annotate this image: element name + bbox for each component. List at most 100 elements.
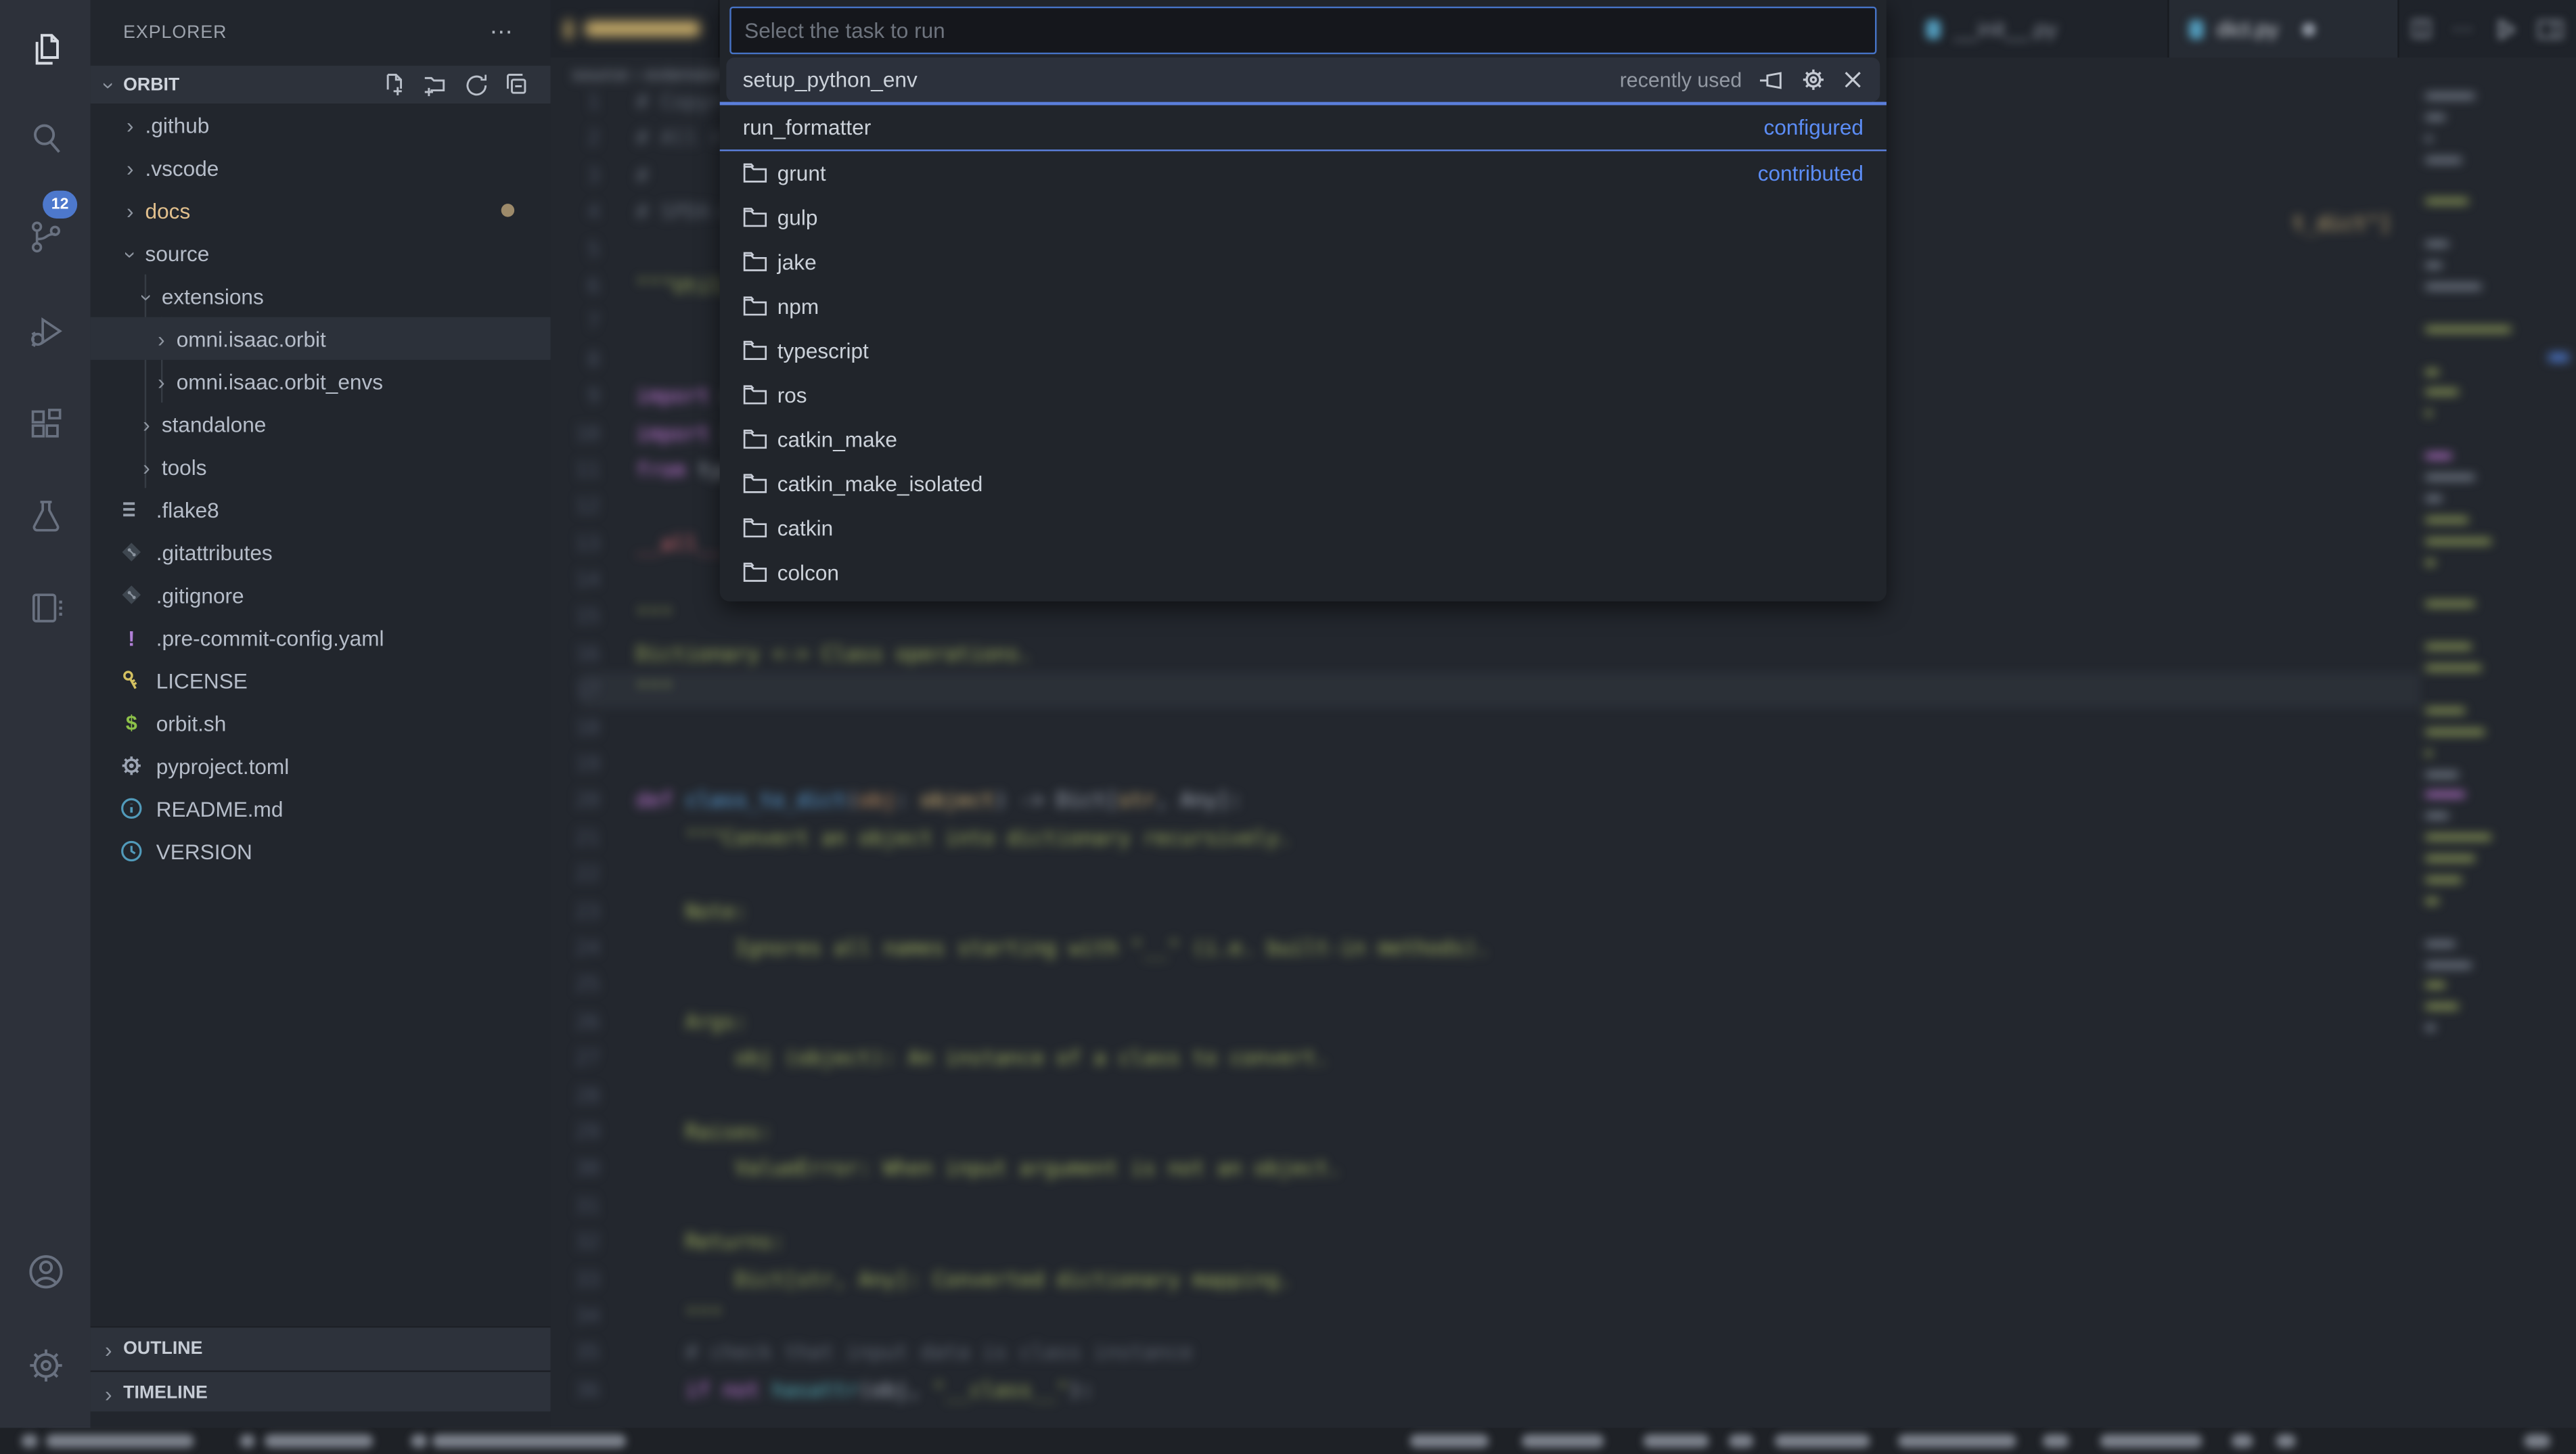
status-item-blurred[interactable] <box>2043 1434 2069 1447</box>
tree-item-label: docs <box>145 198 191 223</box>
configure-gear-icon[interactable] <box>1801 68 1826 92</box>
task-item-colcon[interactable]: colcon <box>726 551 1880 595</box>
task-item-grunt[interactable]: gruntcontributed <box>726 152 1880 196</box>
tree-folder-docs[interactable]: ›docs <box>91 189 551 231</box>
tree-file-.gitattributes[interactable]: .gitattributes <box>91 530 551 573</box>
notebook-icon[interactable] <box>0 572 91 644</box>
tree-folder-tools[interactable]: ›tools <box>91 445 551 488</box>
status-item-blurred[interactable] <box>1410 1434 1489 1447</box>
minimap-line <box>2426 115 2445 120</box>
quick-pick-input[interactable]: Select the task to run <box>729 7 1876 54</box>
status-item-blurred[interactable] <box>2276 1434 2296 1447</box>
tree-folder-omni.isaac.orbit_envs[interactable]: ›omni.isaac.orbit_envs <box>91 360 551 403</box>
tree-folder-standalone[interactable]: ›standalone <box>91 403 551 445</box>
tree-folder-extensions[interactable]: ›extensions <box>91 275 551 317</box>
tab-redacted[interactable] <box>556 0 720 58</box>
run-python-icon[interactable] <box>2495 17 2518 40</box>
status-item-blurred[interactable] <box>2100 1434 2202 1447</box>
tree-folder-source[interactable]: ›source <box>91 231 551 274</box>
task-item-typescript[interactable]: typescript <box>726 329 1880 373</box>
task-label: jake <box>777 250 817 275</box>
panel-timeline[interactable]: › TIMELINE <box>91 1370 551 1415</box>
file-tree: ›.github›.vscode›docs›source›extensions›… <box>91 104 551 873</box>
status-item-blurred[interactable] <box>1729 1434 1753 1447</box>
tree-file-.gitignore[interactable]: .gitignore <box>91 574 551 616</box>
task-item-ros[interactable]: ros <box>726 373 1880 418</box>
layout-icon[interactable] <box>2537 19 2564 39</box>
task-item-catkin_make_isolated[interactable]: catkin_make_isolated <box>726 462 1880 507</box>
status-item-blurred[interactable] <box>411 1434 427 1447</box>
tab-init-py[interactable]: __init__.py <box>1906 0 2169 58</box>
task-link-contributed[interactable]: contributed <box>1758 161 1863 185</box>
status-bar[interactable] <box>0 1428 2576 1454</box>
explorer-icon[interactable] <box>0 13 91 85</box>
minimap-line <box>2426 793 2465 798</box>
task-item-run_formatter[interactable]: run_formatter configured <box>726 104 1880 149</box>
minimap-line <box>2426 878 2462 882</box>
section-header-orbit[interactable]: › ORBIT <box>91 66 551 104</box>
tree-file-pyproject.toml[interactable]: pyproject.toml <box>91 744 551 787</box>
status-item-blurred[interactable] <box>2524 1434 2550 1447</box>
close-icon[interactable] <box>2301 22 2314 35</box>
sidebar-bottom-panels: › OUTLINE › TIMELINE <box>91 1326 551 1411</box>
settings-gear-icon[interactable] <box>0 1330 91 1402</box>
task-item-jake[interactable]: jake <box>726 240 1880 285</box>
minimap[interactable] <box>2426 93 2557 1047</box>
tree-file-.flake8[interactable]: .flake8 <box>91 488 551 530</box>
panel-outline[interactable]: › OUTLINE <box>91 1326 551 1371</box>
status-item-blurred[interactable] <box>1522 1434 1604 1447</box>
extensions-icon[interactable] <box>0 388 91 460</box>
close-icon[interactable] <box>1842 69 1863 91</box>
status-item-blurred[interactable] <box>1898 1434 2016 1447</box>
tree-file-LICENSE[interactable]: LICENSE <box>91 659 551 702</box>
status-item-blurred[interactable] <box>1644 1434 1709 1447</box>
tab-dict-py[interactable]: dict.py <box>2169 0 2399 58</box>
source-control-icon[interactable]: 12 <box>0 200 91 273</box>
status-item-blurred[interactable] <box>1775 1434 1870 1447</box>
status-item-blurred[interactable] <box>22 1434 38 1447</box>
split-editor-icon[interactable] <box>2411 18 2433 40</box>
tree-folder-.vscode[interactable]: ›.vscode <box>91 146 551 189</box>
task-item-npm[interactable]: npm <box>726 285 1880 330</box>
status-item-blurred[interactable] <box>46 1434 194 1447</box>
task-label: colcon <box>777 561 839 585</box>
status-item-blurred[interactable] <box>432 1434 627 1447</box>
status-item-blurred[interactable] <box>240 1434 255 1447</box>
more-actions-icon[interactable]: ⋯ <box>2451 16 2475 42</box>
account-icon[interactable] <box>0 1235 91 1308</box>
task-item-setup_python_env[interactable]: setup_python_envrecently used <box>726 58 1880 102</box>
git-file-icon <box>118 539 145 566</box>
tree-file-orbit.sh[interactable]: $orbit.sh <box>91 702 551 744</box>
tree-file-VERSION[interactable]: VERSION <box>91 830 551 872</box>
chevron-right-icon: › <box>97 1383 120 1405</box>
refresh-icon[interactable] <box>464 72 490 98</box>
collapse-all-icon[interactable] <box>505 72 531 98</box>
minimap-line <box>2426 157 2462 162</box>
new-file-icon[interactable] <box>381 72 407 98</box>
task-link-configured[interactable]: configured <box>1764 114 1863 139</box>
pin-icon[interactable] <box>1759 68 1785 91</box>
task-item-gulp[interactable]: gulp <box>726 196 1880 240</box>
run-debug-icon[interactable] <box>0 296 91 368</box>
task-item-catkin[interactable]: catkin <box>726 506 1880 551</box>
testing-icon[interactable] <box>0 480 91 552</box>
minimap-line <box>2426 284 2482 289</box>
new-folder-icon[interactable] <box>422 72 449 98</box>
task-label: npm <box>777 294 819 319</box>
tree-item-label: .pre-commit-config.yaml <box>156 625 384 650</box>
tree-folder-.github[interactable]: ›.github <box>91 104 551 146</box>
task-label: catkin_make <box>777 428 897 452</box>
task-item-catkin_make[interactable]: catkin_make <box>726 417 1880 462</box>
minimap-line <box>2426 560 2436 564</box>
minimap-line <box>2426 327 2511 332</box>
tree-folder-omni.isaac.orbit[interactable]: ›omni.isaac.orbit <box>91 317 551 360</box>
minimap-line <box>2426 539 2491 543</box>
task-label: run_formatter <box>743 114 872 139</box>
tree-file-.pre-commit-config.yaml[interactable]: !.pre-commit-config.yaml <box>91 616 551 659</box>
tree-file-README.md[interactable]: README.md <box>91 787 551 830</box>
status-item-blurred[interactable] <box>265 1434 373 1447</box>
tree-item-label: pyproject.toml <box>156 753 290 777</box>
search-icon[interactable] <box>0 102 91 175</box>
status-item-blurred[interactable] <box>2232 1434 2253 1447</box>
sidebar-more-actions-icon[interactable]: ⋯ <box>490 18 514 46</box>
